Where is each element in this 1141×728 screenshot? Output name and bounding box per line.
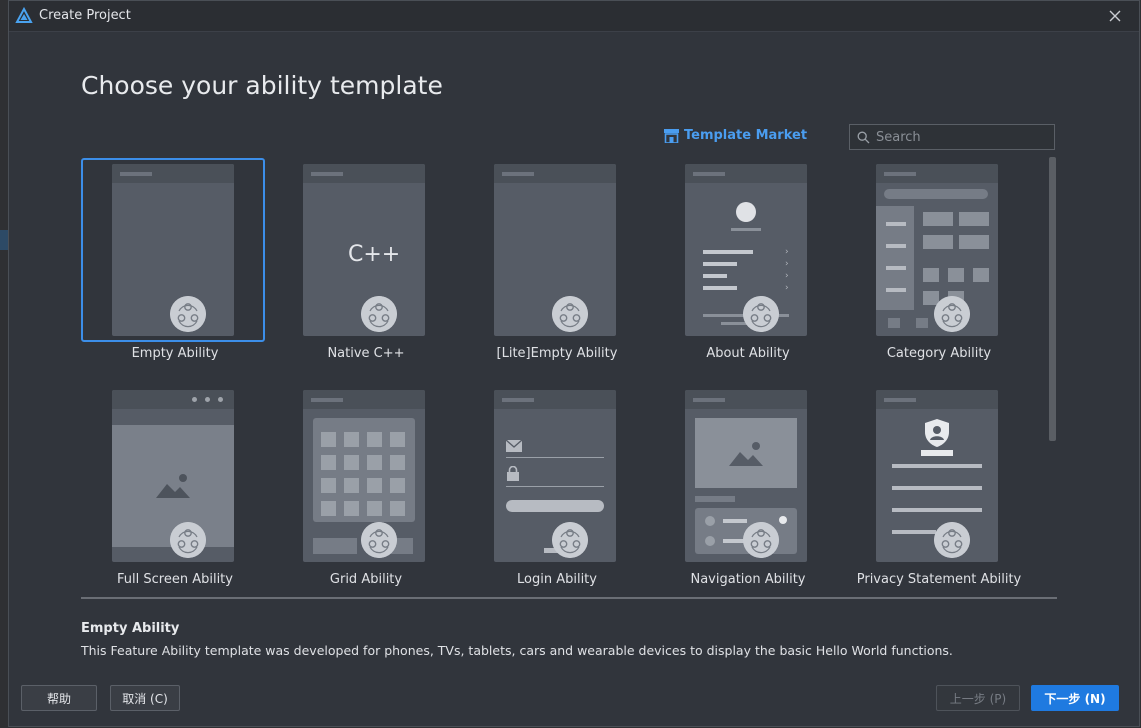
harmony-badge-icon: [361, 296, 397, 332]
search-box[interactable]: [849, 124, 1055, 150]
section-divider: [81, 597, 1057, 599]
description-body: This Feature Ability template was develo…: [81, 643, 953, 658]
template-label: [Lite]Empty Ability: [496, 346, 618, 361]
chevron-right-icon: › › › ›: [785, 247, 789, 293]
template-card-empty-ability[interactable]: Empty Ability: [81, 158, 265, 361]
deveco-logo-icon: [15, 7, 33, 23]
shield-user-icon: [925, 419, 949, 447]
template-label: Native C++: [327, 346, 405, 361]
template-card-full-screen-ability[interactable]: Full Screen Ability: [81, 384, 265, 587]
cancel-button[interactable]: 取消 (C): [110, 685, 180, 711]
close-icon[interactable]: [1105, 6, 1125, 26]
next-button[interactable]: 下一步 (N): [1031, 685, 1119, 711]
harmony-badge-icon: [934, 296, 970, 332]
avatar-icon: [736, 202, 756, 222]
store-icon: [664, 128, 679, 143]
harmony-badge-icon: [743, 296, 779, 332]
template-card-privacy-statement-ability[interactable]: Privacy Statement Ability: [845, 384, 1029, 587]
cpp-logo-icon: C++: [348, 242, 401, 267]
harmony-badge-icon: [552, 296, 588, 332]
template-label: Privacy Statement Ability: [856, 572, 1022, 587]
harmony-badge-icon: [170, 296, 206, 332]
template-card-native-cpp[interactable]: C++ Native C++: [272, 158, 456, 361]
image-icon: [729, 442, 763, 466]
harmony-badge-icon: [934, 522, 970, 558]
template-label: Login Ability: [517, 572, 597, 587]
template-label: Grid Ability: [329, 572, 403, 587]
template-card-navigation-ability[interactable]: Navigation Ability: [654, 384, 838, 587]
template-label: Navigation Ability: [690, 572, 806, 587]
previous-button[interactable]: 上一步 (P): [936, 685, 1020, 711]
harmony-badge-icon: [743, 522, 779, 558]
template-card-login-ability[interactable]: Login Ability: [463, 384, 647, 587]
template-label: Full Screen Ability: [117, 572, 233, 587]
title-bar: Create Project: [9, 1, 1139, 32]
help-button[interactable]: 帮助: [21, 685, 97, 711]
template-card-about-ability[interactable]: › › › › About Ability: [654, 158, 838, 361]
template-label: Category Ability: [886, 346, 992, 361]
create-project-dialog: Create Project Choose your ability templ…: [8, 0, 1140, 727]
template-market-label: Template Market: [684, 128, 808, 143]
search-icon: [857, 131, 870, 144]
template-card-grid-ability[interactable]: Grid Ability: [272, 384, 456, 587]
harmony-badge-icon: [361, 522, 397, 558]
template-market-link[interactable]: Template Market: [664, 128, 807, 143]
harmony-badge-icon: [170, 522, 206, 558]
search-input[interactable]: [876, 127, 1046, 147]
description-title: Empty Ability: [81, 621, 180, 636]
template-card-category-ability[interactable]: Category Ability: [845, 158, 1029, 361]
window-title: Create Project: [39, 8, 131, 23]
template-label: Empty Ability: [131, 346, 219, 361]
mail-icon: [506, 440, 522, 452]
search-bar-preview: [884, 189, 988, 199]
template-label: About Ability: [706, 346, 790, 361]
template-card-lite-empty-ability[interactable]: [Lite]Empty Ability: [463, 158, 647, 361]
image-icon: [156, 474, 190, 498]
lock-icon: [507, 466, 519, 481]
harmony-badge-icon: [552, 522, 588, 558]
page-title: Choose your ability template: [81, 71, 443, 100]
template-list-scrollbar[interactable]: [1049, 157, 1056, 441]
background-ide-highlight: [0, 230, 8, 250]
